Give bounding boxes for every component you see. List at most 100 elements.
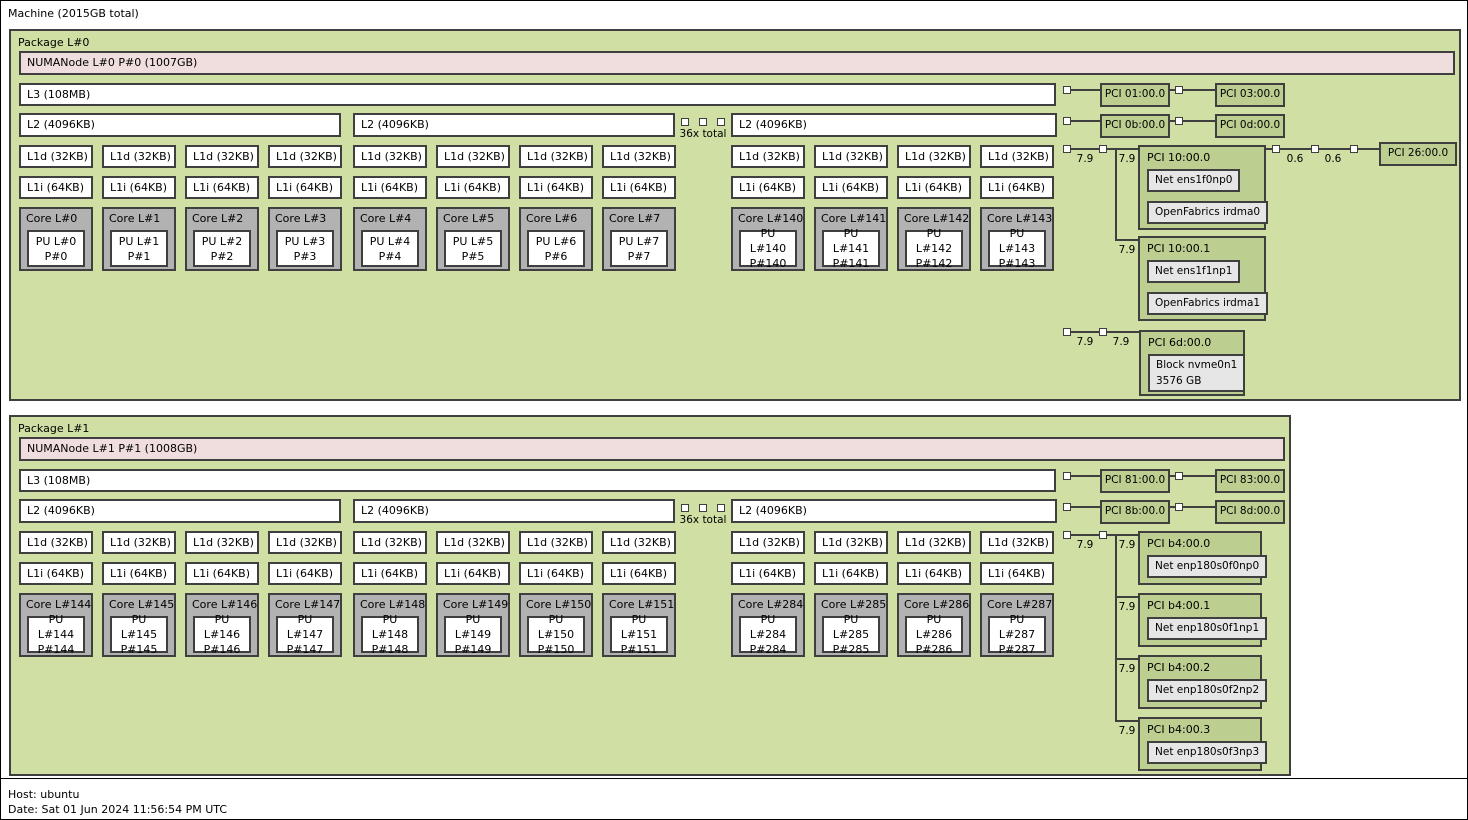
core-label: Core L#141 (821, 212, 887, 225)
ellipsis-square (717, 504, 725, 512)
pci-box: PCI 83:00.0 (1215, 469, 1285, 493)
pu-box: PU L#141 P#141 (822, 227, 880, 270)
l1i-cache: L1i (64KB) (19, 562, 93, 585)
bridge-square (1099, 145, 1107, 153)
pci-box: PCI 26:00.0 (1379, 142, 1457, 166)
pci-box: PCI b4:00.2 Net enp180s0f2np2 (1138, 655, 1268, 709)
net-device: Net enp180s0f1np1 (1147, 617, 1268, 640)
core-box: Core L#287 PU L#287 P#287 (980, 593, 1054, 657)
pu-p-label: P#143 (998, 257, 1036, 270)
block-device-line: Block nvme0n1 (1156, 359, 1238, 371)
date-line: Date: Sat 01 Jun 2024 11:56:54 PM UTC (8, 803, 228, 816)
pu-l-label: PU L#148 (371, 613, 409, 641)
link-line (1115, 239, 1138, 241)
openfabrics-device: OpenFabrics irdma0 (1147, 201, 1269, 224)
l1i-cache: L1i (64KB) (814, 176, 888, 199)
pu-p-label: P#285 (832, 643, 870, 656)
l1i-cache: L1i (64KB) (897, 176, 971, 199)
l2-cache: L2 (4096KB) (731, 499, 1057, 523)
l1d-cache: L1d (32KB) (980, 145, 1054, 168)
pu-p-label: P#284 (749, 643, 787, 656)
core-label: Core L#147 (275, 598, 341, 611)
core-label: Core L#150 (526, 598, 592, 611)
pu-p-label: P#145 (120, 643, 158, 656)
l1d-cache: L1d (32KB) (19, 145, 93, 168)
pu-l-label: PU L#7 (618, 234, 660, 248)
core-label: Core L#145 (109, 598, 175, 611)
pu-l-label: PU L#150 (537, 613, 575, 641)
l2-cache: L2 (4096KB) (353, 499, 675, 523)
pu-l-label: PU L#3 (284, 234, 326, 248)
pu-box: PU L#143 P#143 (988, 227, 1046, 270)
l2-cache: L2 (4096KB) (353, 113, 675, 137)
l3-cache: L3 (108MB) (19, 83, 1056, 106)
openfabrics-device: OpenFabrics irdma1 (1147, 292, 1269, 315)
pu-box: PU L#1 P#1 (110, 230, 168, 267)
pu-p-label: P#147 (286, 643, 324, 656)
pci-label: PCI b4:00.2 (1147, 661, 1211, 674)
pci-label: PCI b4:00.0 (1147, 537, 1211, 550)
core-label: Core L#149 (443, 598, 509, 611)
core-box: Core L#151 PU L#151 P#151 (602, 593, 676, 657)
pci-box: PCI b4:00.0 Net enp180s0f0np0 (1138, 531, 1268, 585)
link-line (1067, 506, 1100, 508)
l2-cache: L2 (4096KB) (19, 499, 341, 523)
core-label: Core L#148 (360, 598, 426, 611)
link-line (1067, 148, 1117, 150)
l1d-cache: L1d (32KB) (102, 145, 176, 168)
core-label: Core L#144 (26, 598, 92, 611)
core-box: Core L#0 PU L#0 P#0 (19, 207, 93, 271)
l1i-cache: L1i (64KB) (436, 176, 510, 199)
pci-box: PCI 81:00.0 (1100, 469, 1170, 493)
core-label: Core L#5 (443, 212, 495, 225)
core-box: Core L#143 PU L#143 P#143 (980, 207, 1054, 271)
pci-box: PCI 0d:00.0 (1215, 114, 1285, 138)
l1i-cache: L1i (64KB) (814, 562, 888, 585)
core-label: Core L#287 (987, 598, 1053, 611)
link-speed-label: 7.9 (1076, 539, 1094, 551)
link-speed-label: 7.9 (1118, 244, 1136, 256)
l3-cache: L3 (108MB) (19, 469, 1056, 492)
pci-label: PCI 10:00.1 (1147, 242, 1211, 255)
pu-l-label: PU L#284 (749, 613, 787, 641)
l1i-cache: L1i (64KB) (602, 176, 676, 199)
l1i-cache: L1i (64KB) (897, 562, 971, 585)
l1i-cache: L1i (64KB) (731, 562, 805, 585)
l1d-cache: L1d (32KB) (814, 531, 888, 554)
ellipsis-square (699, 504, 707, 512)
ellipsis-square (699, 118, 707, 126)
l1i-cache: L1i (64KB) (185, 176, 259, 199)
pu-p-label: P#149 (454, 643, 492, 656)
l1d-cache: L1d (32KB) (268, 145, 342, 168)
core-box: Core L#5 PU L#5 P#5 (436, 207, 510, 271)
pu-p-label: P#3 (293, 249, 317, 263)
l1d-cache: L1d (32KB) (185, 145, 259, 168)
pu-box: PU L#140 P#140 (739, 227, 797, 270)
bridge-square (1063, 472, 1071, 480)
core-label: Core L#286 (904, 598, 970, 611)
machine-label: Machine (2015GB total) (8, 7, 139, 20)
lstopo-canvas: Machine (2015GB total) Package L#0 NUMANo… (0, 0, 1468, 820)
pu-box: PU L#0 P#0 (27, 230, 85, 267)
core-label: Core L#140 (738, 212, 804, 225)
pu-p-label: P#287 (998, 643, 1036, 656)
l1i-cache: L1i (64KB) (19, 176, 93, 199)
pu-l-label: PU L#151 (620, 613, 658, 641)
pu-l-label: PU L#141 (832, 227, 870, 255)
pu-box: PU L#142 P#142 (905, 227, 963, 270)
ellipsis-marker: 36x total (675, 118, 731, 140)
l1d-cache: L1d (32KB) (436, 145, 510, 168)
l2-cache: L2 (4096KB) (731, 113, 1057, 137)
package-label: Package L#0 (18, 36, 90, 49)
link-speed-label: 7.9 (1118, 725, 1136, 737)
core-label: Core L#143 (987, 212, 1053, 225)
bridge-square (1099, 328, 1107, 336)
pu-l-label: PU L#0 (35, 234, 77, 248)
l1i-cache: L1i (64KB) (731, 176, 805, 199)
pu-p-label: P#151 (620, 643, 658, 656)
core-box: Core L#144 PU L#144 P#144 (19, 593, 93, 657)
l1i-cache: L1i (64KB) (102, 562, 176, 585)
ellipsis-label: 36x total (679, 128, 727, 140)
pci-label: PCI b4:00.3 (1147, 723, 1211, 736)
l1d-cache: L1d (32KB) (519, 145, 593, 168)
